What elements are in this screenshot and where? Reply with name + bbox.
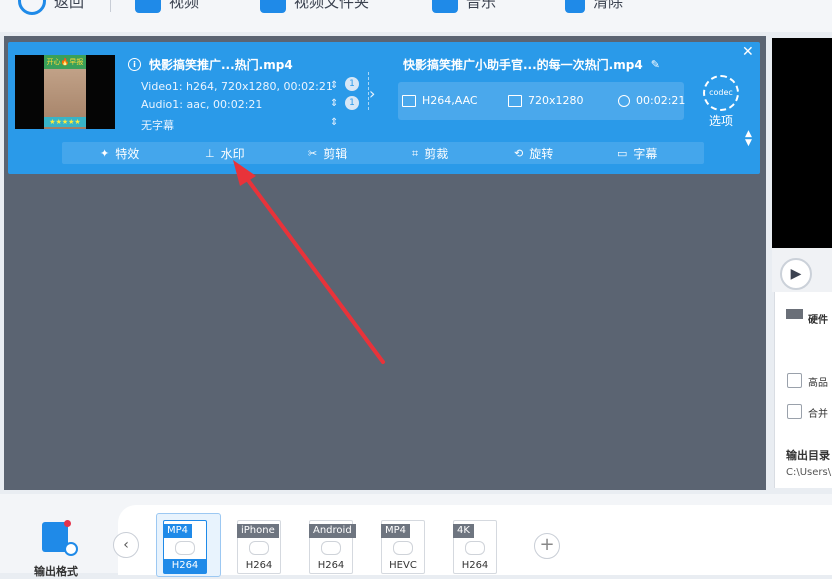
play-icon[interactable]: ▶ [780, 258, 812, 290]
video-preview[interactable] [772, 38, 832, 248]
film-reel-icon [393, 541, 413, 555]
format-iphone-h264[interactable]: iPhone H264 [237, 520, 281, 574]
notification-dot [64, 520, 71, 527]
format-tag: iPhone [237, 524, 279, 538]
format-tag: 4K [453, 524, 474, 538]
format-codec: HEVC [389, 560, 417, 571]
format-4k-h264[interactable]: 4K H264 [453, 520, 497, 574]
film-reel-icon [321, 541, 341, 555]
output-directory-path[interactable]: C:\Users\ [786, 467, 831, 478]
high-quality-checkbox[interactable] [787, 373, 802, 388]
format-codec: H264 [164, 559, 206, 573]
high-quality-label: 高品 [808, 378, 828, 389]
chevron-left-icon[interactable]: ‹ [113, 532, 139, 558]
format-android-h264[interactable]: Android H264 [309, 520, 356, 574]
format-codec: H264 [461, 560, 489, 571]
film-reel-icon [175, 541, 195, 555]
output-format-label[interactable]: 输出格式 [34, 563, 78, 579]
output-directory-label: 输出目录 [786, 449, 830, 462]
film-reel-icon [249, 541, 269, 555]
format-mp4-hevc[interactable]: MP4 HEVC [381, 520, 425, 574]
format-codec: H264 [245, 560, 273, 571]
merge-label: 合并 [808, 409, 828, 420]
hardware-chip-icon [786, 309, 803, 319]
add-format-icon[interactable]: + [534, 533, 560, 559]
format-codec: H264 [317, 560, 345, 571]
format-mp4-h264[interactable]: MP4 H264 [163, 520, 207, 574]
gear-icon[interactable] [64, 542, 78, 556]
merge-checkbox[interactable] [787, 404, 802, 419]
hardware-accel-label: 硬件 [808, 315, 828, 326]
film-reel-icon [465, 541, 485, 555]
annotation-arrow [233, 160, 385, 364]
format-tag: MP4 [381, 524, 411, 538]
format-tag: Android [309, 524, 356, 538]
format-tag: MP4 [163, 524, 193, 538]
